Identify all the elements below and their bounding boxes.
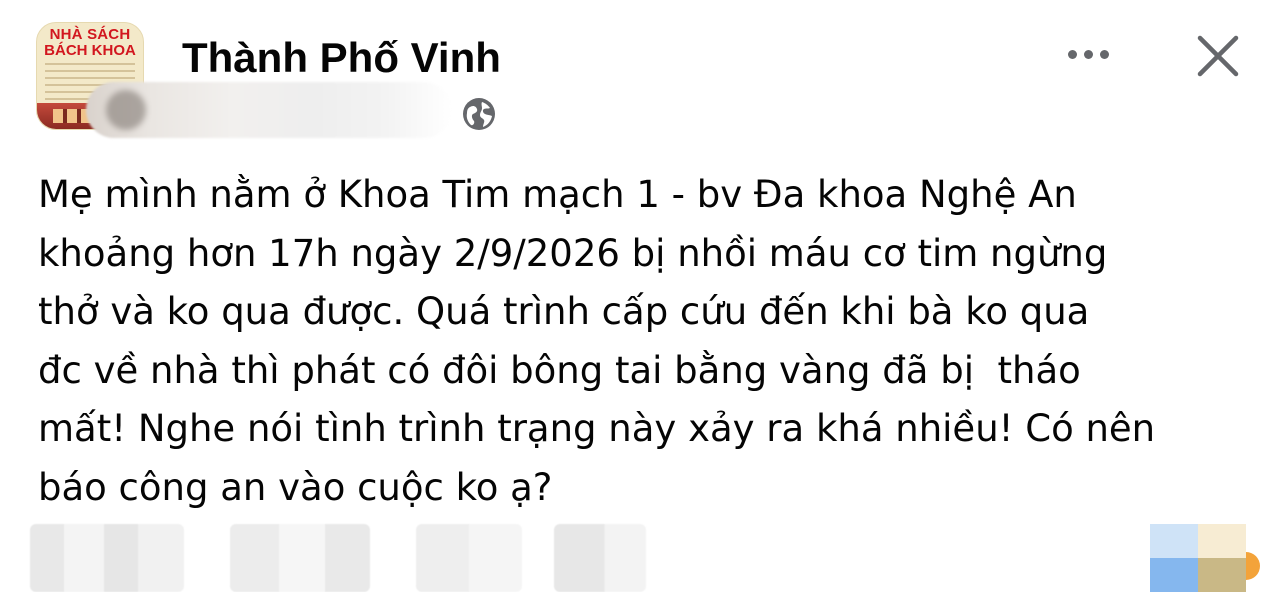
blurred-author-meta <box>86 82 452 138</box>
share-button[interactable] <box>416 524 522 592</box>
reactor-avatar <box>1198 524 1246 558</box>
reactor-avatar <box>1150 558 1198 592</box>
avatar-brand-line-2: BÁCH KHOA <box>44 42 136 59</box>
post-dialog: NHÀ SÁCH BÁCH KHOA Thành Phố Vinh Mẹ mìn… <box>0 0 1284 592</box>
reaction-badge <box>1246 552 1260 580</box>
more-horizontal-icon-dot-3 <box>1099 49 1109 59</box>
more-horizontal-icon <box>1067 49 1077 59</box>
avatar-brand-line-1: NHÀ SÁCH <box>49 26 131 43</box>
comment-button[interactable] <box>230 524 370 592</box>
like-button[interactable] <box>30 524 184 592</box>
globe-icon <box>463 98 495 130</box>
reactor-avatar <box>1150 524 1198 558</box>
reactor-avatar <box>1198 558 1246 592</box>
reactor-avatars[interactable] <box>1150 524 1246 592</box>
more-options-button[interactable] <box>1060 36 1116 72</box>
page-name[interactable]: Thành Phố Vinh <box>182 32 501 84</box>
send-button[interactable] <box>554 524 646 592</box>
close-icon <box>1197 35 1239 77</box>
close-button[interactable] <box>1194 32 1242 80</box>
post-body-text: Mẹ mình nằm ở Khoa Tim mạch 1 - bv Đa kh… <box>38 173 1156 509</box>
more-horizontal-icon-dot-2 <box>1083 49 1093 59</box>
